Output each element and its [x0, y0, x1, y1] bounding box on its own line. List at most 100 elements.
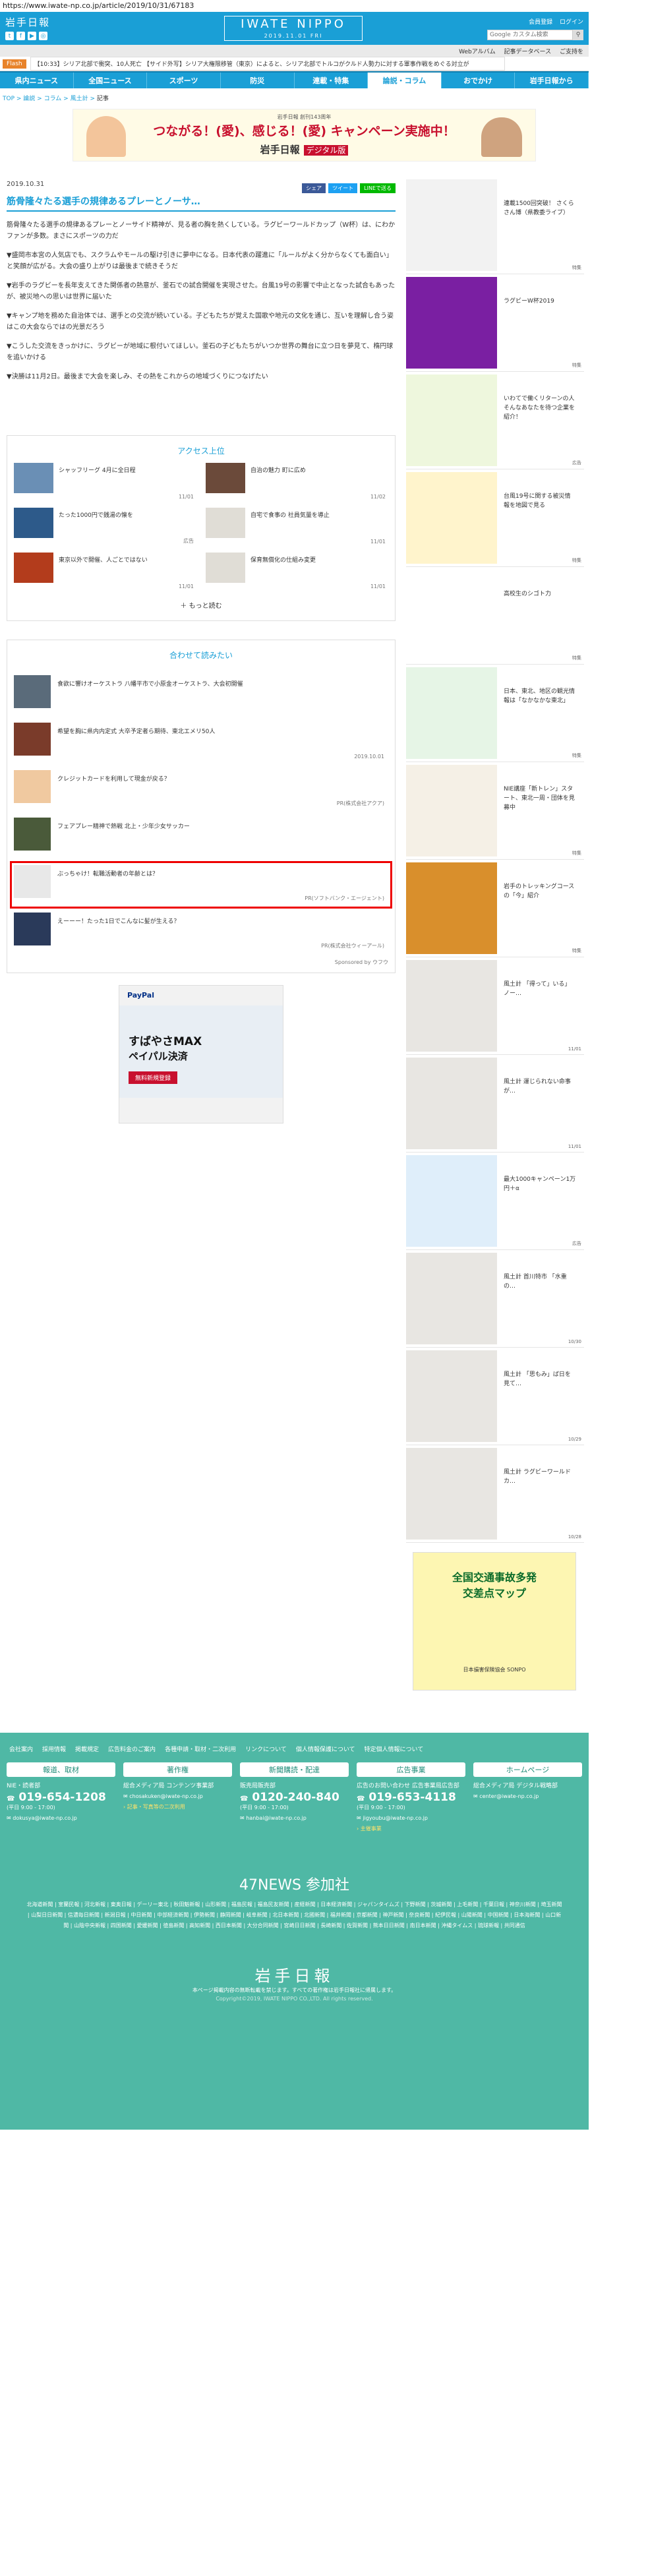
footer-phone[interactable]: ☎ 019-654-1208: [7, 1791, 115, 1804]
recommend-box: 合わせて読みたい 食欲に響けオーケストラ 八幡平市で小原金オーケストラ、大会初開…: [7, 640, 396, 973]
phone-icon: ☎: [240, 1795, 249, 1803]
url-bar: https://www.iwate-np.co.jp/article/2019/…: [0, 0, 648, 12]
flash-text[interactable]: 【10:33】シリア北部で衝突、10人死亡 【サイド外写】シリア大権限移管（東京…: [30, 57, 505, 71]
sidebar-item[interactable]: 風土計 首川特市 「水重の… 10/30: [406, 1250, 584, 1348]
nav-item[interactable]: おでかけ: [442, 73, 515, 88]
instagram-icon[interactable]: ◎: [39, 32, 47, 40]
footer-link[interactable]: 広告料金のご案内: [108, 1745, 156, 1753]
sidebar-item[interactable]: 台風19号に関する被災情報を地図で見る 特集: [406, 469, 584, 567]
ranking-item[interactable]: 自宅で食事の 社員気量を導止 11/01: [206, 508, 388, 546]
twitter-icon[interactable]: t: [5, 32, 14, 40]
sidebar-item[interactable]: NIE講座「新トレン」スタート、東北一周・団体を見募中 特集: [406, 762, 584, 860]
footer-logo[interactable]: 岩手日報: [0, 1963, 589, 1986]
footer-link[interactable]: 採用情報: [42, 1745, 66, 1753]
recommend-item[interactable]: 食欲に響けオーケストラ 八幡平市で小原金オーケストラ、大会初開催: [14, 675, 388, 715]
sidebar-tag: 10/28: [568, 1534, 581, 1540]
breadcrumb-item[interactable]: 風土計: [71, 96, 88, 102]
mail-icon: ✉: [473, 1793, 478, 1799]
footer-link[interactable]: 掲載規定: [75, 1745, 99, 1753]
recommend-thumb: [14, 865, 51, 898]
footer-phone[interactable]: ☎ 0120-240-840: [240, 1791, 349, 1804]
recommend-text: フェアプレー精神で熱戦 北上・少年少女サッカー: [57, 824, 190, 830]
banner-badge: デジタル版: [303, 145, 349, 156]
ranking-time: 11/01: [370, 539, 386, 545]
article-paragraph: ▼岩手のラグビーを長年支えてきた関係者の熱意が、釜石での試合開催を実現させた。台…: [7, 282, 396, 301]
ranking-item[interactable]: 東京以外で開催、人ごとではない 11/01: [14, 553, 196, 591]
register-link[interactable]: 会員登録: [529, 19, 552, 26]
sidebar-item[interactable]: 岩手のトレッキングコースの「今」紹介 特集: [406, 860, 584, 957]
breadcrumb-item[interactable]: TOP: [3, 96, 15, 102]
more-button[interactable]: ＋ もっと読む: [14, 591, 388, 614]
recommend-item[interactable]: えーーー！たった1日でこんなに髪が生える？ PR(株式会社ウィーアール): [14, 913, 388, 952]
campaign-banner[interactable]: 岩手日報 創刊143周年 つながる！(愛)、感じる！(愛) キャンペーン実施中！…: [73, 109, 536, 162]
youtube-icon[interactable]: ▶: [28, 32, 36, 40]
footer-phone[interactable]: ☎ 019-653-4118: [357, 1791, 465, 1804]
search-input[interactable]: [487, 30, 573, 40]
facebook-share-button[interactable]: シェア: [302, 183, 326, 193]
site-logo[interactable]: 岩手日報: [5, 15, 50, 29]
footer-extra-link[interactable]: › 主催事業: [357, 1825, 465, 1832]
nav-item[interactable]: 連載・特集: [295, 73, 368, 88]
sub-link-support[interactable]: ご支持を: [560, 49, 583, 55]
ranking-item[interactable]: 保育無償化の仕組み変更 11/01: [206, 553, 388, 591]
footer-link[interactable]: 特定個人情報について: [365, 1745, 424, 1753]
ad-register-button[interactable]: 無料新規登録: [129, 1071, 178, 1084]
footer-mail[interactable]: ✉ center@iwate-np.co.jp: [473, 1793, 582, 1799]
line-share-button[interactable]: LINEで送る: [360, 183, 396, 193]
recommend-item[interactable]: フェアプレー精神で熱戦 北上・少年少女サッカー: [14, 818, 388, 857]
sidebar-text: 高校生のシゴト力: [504, 591, 552, 597]
ranking-thumb: [206, 553, 245, 583]
sub-link-album[interactable]: Webアルバム: [459, 49, 496, 55]
nav-item[interactable]: スポーツ: [147, 73, 221, 88]
sidebar-item[interactable]: いわてで働くリターンの人 そんなあなたを待つ企業を紹介！ 広告: [406, 372, 584, 469]
ranking-item[interactable]: シャッフリーグ 4月に全日程 11/01: [14, 463, 196, 501]
footer-hours: (平日 9:00 - 17:00): [357, 1805, 405, 1811]
sidebar-item[interactable]: 風土計 ラグビーワールドカ… 10/28: [406, 1445, 584, 1543]
ranking-item[interactable]: 自治の魅力 町に広め 11/02: [206, 463, 388, 501]
footer-contact-area: 総合メディア局 デジタル戦略部: [473, 1783, 558, 1789]
facebook-icon[interactable]: f: [16, 32, 25, 40]
recommend-text: 食欲に響けオーケストラ 八幡平市で小原金オーケストラ、大会初開催: [57, 681, 243, 688]
sidebar-item[interactable]: 風土計 「思もみ」ば日を見て… 10/29: [406, 1348, 584, 1445]
sidebar-item[interactable]: 日本、東北、地区の観光情報は「なかなかな東北」 特集: [406, 665, 584, 762]
traffic-map-ad[interactable]: 全国交通事故多発 交差点マップ 日本損害保険協会 SONPO: [413, 1552, 576, 1691]
footer-phone-number: 019-653-4118: [368, 1791, 456, 1804]
footer-link[interactable]: 個人情報保護について: [296, 1745, 355, 1753]
ranking-item[interactable]: たった1000円で銭湯の懐を 広告: [14, 508, 196, 546]
sidebar-item[interactable]: 風土計 運じられない命事が… 11/01: [406, 1055, 584, 1153]
recommend-item[interactable]: クレジットカードを利用して現金が戻る？ PR(株式会社アクア): [14, 770, 388, 810]
footer-mail[interactable]: ✉ dokusya@iwate-np.co.jp: [7, 1815, 115, 1821]
side-ad-line2: 交差点マップ: [462, 1587, 526, 1600]
sidebar-item[interactable]: ラグビーW杯2019 特集: [406, 274, 584, 372]
search-icon[interactable]: ⚲: [573, 30, 583, 40]
footer-mail[interactable]: ✉ hanbai@iwate-np.co.jp: [240, 1815, 349, 1821]
sub-link-database[interactable]: 記事データベース: [504, 49, 552, 55]
share-buttons: シェア ツイート LINEで送る: [302, 183, 396, 193]
sidebar-item[interactable]: 最大1000キャンペーン1万円＋α 広告: [406, 1153, 584, 1250]
nav-item-active[interactable]: 論説・コラム: [368, 73, 442, 88]
footer-extra-link[interactable]: › 記事・写真等の二次利用: [123, 1803, 232, 1811]
breadcrumb-item[interactable]: コラム: [44, 96, 62, 102]
nav-item[interactable]: 県内ニュース: [0, 73, 74, 88]
nav-item[interactable]: 岩手日報から: [515, 73, 589, 88]
recommend-thumb: [14, 770, 51, 803]
breadcrumb-item[interactable]: 論説: [23, 96, 35, 102]
recommend-item[interactable]: 希望を胸に県内内定式 大卒予定者ら期待、東北エメリ50人 2019.10.01: [14, 723, 388, 762]
ad-line2: ペイパル決済: [129, 1050, 188, 1062]
paypal-ad[interactable]: PayPal すばやさMAX ペイパル決済 無料新規登録: [119, 985, 283, 1123]
sidebar-item[interactable]: 連載1500回突破！ さくらさん博（県教委ライブ） 特集: [406, 177, 584, 274]
sidebar-item[interactable]: 風土計 「得って」いる」ノー… 11/01: [406, 957, 584, 1055]
nav-item[interactable]: 防災: [221, 73, 295, 88]
footer-mail[interactable]: ✉ jigyoubu@iwate-np.co.jp: [357, 1815, 465, 1821]
footer-link[interactable]: 会社案内: [9, 1745, 33, 1753]
center-logo[interactable]: IWATE NIPPO 2019.11.01 FRI: [224, 16, 363, 41]
sidebar-item[interactable]: 高校生のシゴト力 特集: [406, 567, 584, 665]
nav-item[interactable]: 全国ニュース: [74, 73, 148, 88]
footer-mail[interactable]: ✉ chosakuken@iwate-np.co.jp: [123, 1793, 232, 1799]
footer-link[interactable]: 各種申請・取材・二次利用: [165, 1745, 236, 1753]
footer-link[interactable]: リンクについて: [245, 1745, 287, 1753]
tweet-button[interactable]: ツイート: [328, 183, 358, 193]
recommend-item-highlighted[interactable]: ぶっちゃけ！転職活動者の年齢とは？ PR(ソフトバンク・エージェント): [10, 861, 392, 909]
login-link[interactable]: ログイン: [560, 19, 583, 26]
plus-icon: ＋: [180, 603, 187, 610]
